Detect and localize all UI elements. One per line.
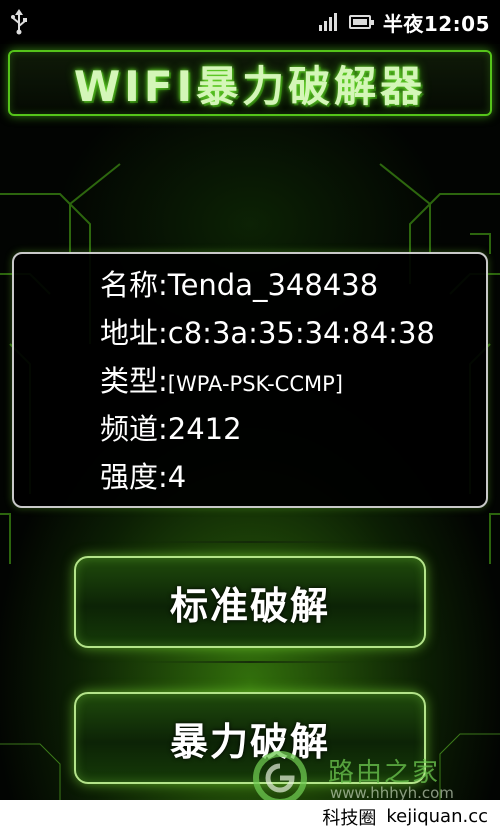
name-label: 名称: xyxy=(100,268,168,302)
divider xyxy=(140,541,360,543)
standard-crack-label: 标准破解 xyxy=(169,583,330,628)
divider xyxy=(140,661,360,663)
app-title-bar: WIFI暴力破解器 xyxy=(8,50,492,116)
status-time: 半夜12:05 xyxy=(382,11,490,36)
info-row-strength: 强度:4 xyxy=(100,460,186,494)
strength-label: 强度: xyxy=(100,460,168,494)
type-value: [WPA-PSK-CCMP] xyxy=(167,372,343,396)
address-label: 地址: xyxy=(100,316,168,350)
info-row-type: 类型:[WPA-PSK-CCMP] xyxy=(100,364,343,401)
info-row-name: 名称:Tenda_348438 xyxy=(100,268,378,302)
watermark-bottom-name: 科技圈 xyxy=(322,807,377,829)
app-title: WIFI暴力破解器 xyxy=(73,61,427,111)
name-value: Tenda_348438 xyxy=(167,268,379,302)
channel-value: 2412 xyxy=(167,412,242,446)
usb-icon xyxy=(10,9,28,35)
signal-icon xyxy=(318,13,337,31)
address-value: c8:3a:35:34:84:38 xyxy=(167,316,435,350)
battery-icon xyxy=(348,15,374,29)
info-row-address: 地址:c8:3a:35:34:84:38 xyxy=(100,316,435,350)
status-bar: 半夜12:05 xyxy=(0,0,500,44)
watermark-logo-icon xyxy=(253,751,307,805)
network-info-panel: 名称:Tenda_348438 地址:c8:3a:35:34:84:38 类型:… xyxy=(12,252,488,508)
strength-value: 4 xyxy=(167,460,187,494)
channel-label: 频道: xyxy=(100,412,168,446)
type-label: 类型: xyxy=(100,364,168,398)
watermark-bottom-url: kejiquan.cc xyxy=(386,806,488,827)
watermark-bottom-bar: 科技圈 kejiquan.cc xyxy=(0,800,500,833)
standard-crack-button[interactable]: 标准破解 xyxy=(74,556,426,648)
info-row-channel: 频道:2412 xyxy=(100,412,242,446)
